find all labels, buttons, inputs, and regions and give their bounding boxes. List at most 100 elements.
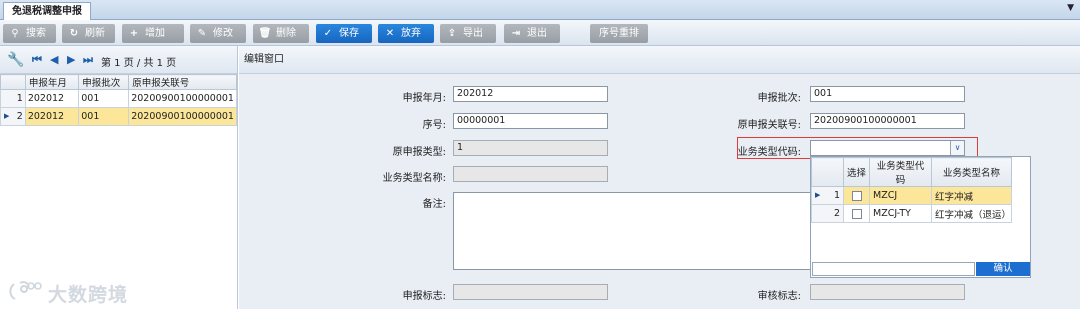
edit-panel-title: 编辑窗口 [239, 46, 1080, 74]
export-icon: ⇪ [447, 28, 457, 39]
reorder-button[interactable]: 序号重排 [590, 24, 648, 43]
biz-code-select[interactable]: ∨ [810, 140, 965, 156]
watermark-text: 大数跨境 [48, 284, 129, 306]
seq-label: 序号: [422, 120, 446, 131]
refresh-button[interactable]: ↻ 刷新 [62, 24, 115, 43]
cell-name[interactable]: 红字冲减（退运） [931, 204, 1012, 223]
discard-button-label: 放弃 [401, 28, 421, 39]
orig-type-field: 1 [453, 140, 608, 156]
dropdown-filter-input[interactable] [812, 262, 975, 276]
column-header[interactable]: 业务类型名称 [931, 157, 1012, 187]
list-panel: 🔧 ⏮ ◀ ▶ ⏭ 第 1 页 / 共 1 页 申报年月 申报批次 原申报关联号… [0, 46, 238, 309]
cell-year-month[interactable]: 202012 [24, 89, 80, 108]
cell-link-no[interactable]: 20200900100000001 [128, 89, 237, 108]
orig-link-label: 原申报关联号: [737, 120, 801, 131]
seq-field[interactable]: 00000001 [453, 113, 608, 129]
cell-batch[interactable]: 001 [78, 89, 130, 108]
cell-name[interactable]: 红字冲减 [931, 186, 1012, 205]
orig-link-field[interactable]: 20200900100000001 [810, 113, 965, 129]
table-row[interactable]: ▶ 2 202012 001 20200900100000001 [0, 107, 237, 126]
plus-icon: + [129, 28, 139, 39]
audit-flag-field [810, 284, 965, 300]
decl-flag-label: 申报标志: [402, 291, 446, 302]
check-icon: ✓ [323, 28, 333, 39]
row-number: ▶ 1 [811, 186, 844, 205]
table-row[interactable]: 1 202012 001 20200900100000001 [0, 89, 237, 108]
dropdown-row[interactable]: 2 MZCJ-TY 红字冲减（退运） [811, 204, 1012, 223]
first-page-icon[interactable]: ⏮ [32, 53, 42, 67]
column-header[interactable]: 业务类型代码 [869, 157, 932, 187]
row-number: 1 [0, 89, 26, 108]
edit-button[interactable]: ✎ 修改 [190, 24, 246, 43]
next-page-icon[interactable]: ▶ [67, 53, 75, 66]
cell-link-no[interactable]: 20200900100000001 [128, 107, 237, 126]
cell-batch[interactable]: 001 [78, 107, 130, 126]
edit-button-label: 修改 [213, 28, 233, 39]
discard-button[interactable]: ✕ 放弃 [378, 24, 434, 43]
checkbox[interactable] [851, 190, 862, 201]
close-icon: ✕ [385, 28, 395, 39]
exit-button[interactable]: ⇥ 退出 [504, 24, 560, 43]
exit-icon: ⇥ [511, 28, 521, 39]
export-button[interactable]: ⇪ 导出 [440, 24, 496, 43]
refresh-icon: ↻ [69, 28, 79, 39]
search-button[interactable]: ⚲ 搜索 [3, 24, 56, 43]
dropdown-table: 选择 业务类型代码 业务类型名称 ▶ 1 MZCJ 红字冲减 2 MZCJ-TY … [811, 157, 1012, 223]
row-number-header [811, 157, 844, 187]
prev-page-icon[interactable]: ◀ [50, 53, 58, 66]
cell-code[interactable]: MZCJ [869, 186, 932, 205]
column-header[interactable]: 选择 [843, 157, 870, 187]
decl-batch-field[interactable]: 001 [810, 86, 965, 102]
tab-active[interactable]: 免退税调整申报 [3, 2, 91, 20]
save-button[interactable]: ✓ 保存 [316, 24, 372, 43]
biz-name-label: 业务类型名称: [382, 173, 446, 184]
tab-bar: 免退税调整申报 ▼ [0, 0, 1080, 20]
orig-type-label: 原申报类型: [392, 147, 446, 158]
select-cell[interactable] [843, 204, 870, 223]
save-button-label: 保存 [339, 28, 359, 39]
biz-code-dropdown: 选择 业务类型代码 业务类型名称 ▶ 1 MZCJ 红字冲减 2 MZCJ-TY … [810, 156, 1031, 278]
decl-batch-label: 申报批次: [757, 93, 801, 104]
current-row-arrow-icon: ▶ [4, 112, 10, 120]
decl-month-field[interactable]: 202012 [453, 86, 608, 102]
column-header[interactable]: 申报年月 [24, 74, 80, 90]
confirm-button[interactable]: 确认 [976, 262, 1030, 276]
page-info: 第 1 页 / 共 1 页 [101, 58, 177, 69]
dropdown-row[interactable]: ▶ 1 MZCJ 红字冲减 [811, 186, 1012, 205]
record-table: 申报年月 申报批次 原申报关联号 1 202012 001 2020090010… [0, 74, 237, 126]
dropdown-footer: 确认 [811, 262, 1030, 277]
row-number-header [0, 74, 26, 90]
exit-button-label: 退出 [527, 28, 547, 39]
checkbox[interactable] [851, 208, 862, 219]
row-number-text: 1 [833, 190, 840, 201]
row-number: ▶ 2 [0, 107, 26, 126]
row-number-text: 2 [16, 111, 23, 122]
delete-button-label: 删除 [276, 28, 296, 39]
row-number: 2 [811, 204, 844, 223]
wrench-icon[interactable]: 🔧 [7, 52, 24, 68]
column-header[interactable]: 原申报关联号 [128, 74, 237, 90]
toolbar: ⚲ 搜索 ↻ 刷新 + 增加 ✎ 修改 🗑 删除 ✓ 保存 ✕ 放弃 ⇪ 导出 ⇥ 退出 序号重排 [0, 20, 1080, 46]
dropdown-header: 选择 业务类型代码 业务类型名称 [811, 157, 1012, 187]
add-button-label: 增加 [145, 28, 165, 39]
pager: 🔧 ⏮ ◀ ▶ ⏭ 第 1 页 / 共 1 页 [0, 46, 237, 74]
chevron-down-icon[interactable]: ∨ [950, 141, 964, 155]
select-cell[interactable] [843, 186, 870, 205]
biz-name-field [453, 166, 608, 182]
add-button[interactable]: + 增加 [122, 24, 184, 43]
cell-code[interactable]: MZCJ-TY [869, 204, 932, 223]
tab-menu-arrow-icon[interactable]: ▼ [1067, 3, 1074, 13]
remark-textarea[interactable] [453, 192, 811, 270]
edit-icon: ✎ [197, 28, 207, 39]
biz-code-label: 业务类型代码: [737, 147, 801, 158]
cell-year-month[interactable]: 202012 [24, 107, 80, 126]
column-header[interactable]: 申报批次 [78, 74, 130, 90]
last-page-icon[interactable]: ⏭ [83, 53, 93, 67]
remark-label: 备注: [422, 199, 446, 210]
watermark: 大数跨境 [8, 278, 148, 306]
search-button-label: 搜索 [26, 28, 46, 39]
export-button-label: 导出 [463, 28, 483, 39]
search-icon: ⚲ [11, 28, 19, 39]
delete-button[interactable]: 🗑 删除 [253, 24, 309, 43]
trash-icon: 🗑 [258, 28, 272, 39]
